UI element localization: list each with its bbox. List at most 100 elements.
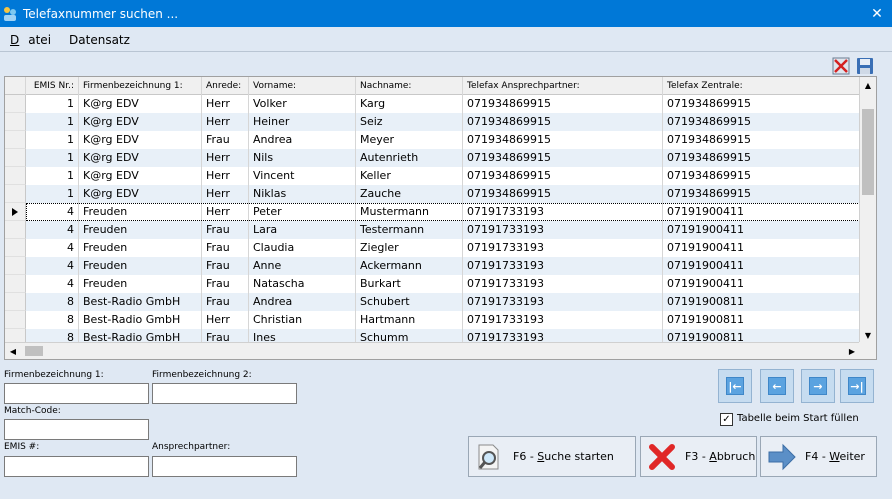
cell-firma[interactable]: K@rg EDV xyxy=(79,113,202,131)
vertical-scroll-thumb[interactable] xyxy=(862,109,874,195)
table-row[interactable]: 4 Freuden Frau Lara Testermann 07191733193 071… xyxy=(5,221,860,239)
cell-firma[interactable]: Freuden xyxy=(79,221,202,239)
cell-fax-ansprech[interactable]: 07191733193 xyxy=(463,239,663,257)
scroll-right-icon[interactable]: ▶ xyxy=(844,343,860,359)
cell-fax-ansprech[interactable]: 071934869915 xyxy=(463,113,663,131)
cell-anrede[interactable]: Herr xyxy=(202,185,249,203)
cell-nachname[interactable]: Schubert xyxy=(356,293,463,311)
cell-fax-zentrale[interactable]: 071934869915 xyxy=(663,113,860,131)
row-indicator[interactable] xyxy=(5,203,26,221)
cell-vorname[interactable]: Christian xyxy=(249,311,356,329)
row-indicator[interactable] xyxy=(5,131,26,149)
table-row[interactable]: 4 Freuden Herr Peter Mustermann 07191733193 07… xyxy=(5,203,860,221)
table-row[interactable]: 4 Freuden Frau Anne Ackermann 07191733193 0719… xyxy=(5,257,860,275)
row-indicator[interactable] xyxy=(5,311,26,329)
cell-emis[interactable]: 8 xyxy=(26,293,79,311)
fill-table-checkbox[interactable]: ✓ xyxy=(720,413,733,426)
cell-nachname[interactable]: Meyer xyxy=(356,131,463,149)
cell-emis[interactable]: 1 xyxy=(26,95,79,113)
cell-firma[interactable]: Freuden xyxy=(79,275,202,293)
cell-firma[interactable]: Best-Radio GmbH xyxy=(79,293,202,311)
cell-fax-zentrale[interactable]: 071934869915 xyxy=(663,131,860,149)
cell-fax-ansprech[interactable]: 071934869915 xyxy=(463,149,663,167)
row-indicator[interactable] xyxy=(5,239,26,257)
cell-fax-ansprech[interactable]: 07191733193 xyxy=(463,293,663,311)
table-row[interactable]: 8 Best-Radio GmbH Herr Christian Hartmann 071… xyxy=(5,311,860,329)
next-button[interactable]: F4 - Weiter xyxy=(760,436,877,477)
cell-fax-zentrale[interactable]: 07191900811 xyxy=(663,293,860,311)
table-row[interactable]: 1 K@rg EDV Herr Heiner Seiz 071934869915 07193… xyxy=(5,113,860,131)
row-indicator[interactable] xyxy=(5,221,26,239)
cell-fax-ansprech[interactable]: 071934869915 xyxy=(463,167,663,185)
cell-emis[interactable]: 8 xyxy=(26,311,79,329)
cell-anrede[interactable]: Herr xyxy=(202,95,249,113)
cell-nachname[interactable]: Seiz xyxy=(356,113,463,131)
cell-anrede[interactable]: Frau xyxy=(202,239,249,257)
firma2-input[interactable] xyxy=(152,383,297,404)
column-header[interactable]: Telefax Zentrale: xyxy=(663,77,860,95)
cell-anrede[interactable]: Herr xyxy=(202,113,249,131)
scroll-down-icon[interactable]: ▼ xyxy=(860,327,876,343)
prev-record-button[interactable]: ← xyxy=(760,369,794,403)
cell-nachname[interactable]: Testermann xyxy=(356,221,463,239)
row-indicator[interactable] xyxy=(5,113,26,131)
cell-anrede[interactable]: Frau xyxy=(202,275,249,293)
cell-fax-ansprech[interactable]: 07191733193 xyxy=(463,221,663,239)
scroll-up-icon[interactable]: ▲ xyxy=(860,77,876,93)
close-icon[interactable]: ✕ xyxy=(862,0,892,27)
cell-emis[interactable]: 1 xyxy=(26,113,79,131)
first-record-button[interactable]: |← xyxy=(718,369,752,403)
cell-nachname[interactable]: Ackermann xyxy=(356,257,463,275)
cell-fax-ansprech[interactable]: 071934869915 xyxy=(463,131,663,149)
cell-nachname[interactable]: Ziegler xyxy=(356,239,463,257)
cell-anrede[interactable]: Herr xyxy=(202,311,249,329)
row-indicator[interactable] xyxy=(5,257,26,275)
column-header[interactable]: EMIS Nr.: xyxy=(26,77,79,95)
save-icon[interactable] xyxy=(856,57,874,75)
cell-fax-ansprech[interactable]: 07191733193 xyxy=(463,275,663,293)
cell-emis[interactable]: 4 xyxy=(26,257,79,275)
cell-fax-zentrale[interactable]: 07191900411 xyxy=(663,257,860,275)
cell-firma[interactable]: K@rg EDV xyxy=(79,185,202,203)
cell-vorname[interactable]: Lara xyxy=(249,221,356,239)
cell-emis[interactable]: 1 xyxy=(26,131,79,149)
cell-vorname[interactable]: Andrea xyxy=(249,131,356,149)
delete-icon[interactable] xyxy=(832,57,850,75)
search-button[interactable]: F6 - Suche starten xyxy=(468,436,636,477)
next-record-button[interactable]: → xyxy=(801,369,835,403)
row-indicator[interactable] xyxy=(5,95,26,113)
cell-fax-ansprech[interactable]: 07191733193 xyxy=(463,257,663,275)
cell-vorname[interactable]: Heiner xyxy=(249,113,356,131)
table-row[interactable]: 4 Freuden Frau Claudia Ziegler 07191733193 071… xyxy=(5,239,860,257)
cell-emis[interactable]: 1 xyxy=(26,185,79,203)
cancel-button[interactable]: F3 - Abbruch xyxy=(640,436,757,477)
table-row[interactable]: 1 K@rg EDV Herr Vincent Keller 071934869915 07… xyxy=(5,167,860,185)
cell-emis[interactable]: 4 xyxy=(26,239,79,257)
cell-anrede[interactable]: Frau xyxy=(202,257,249,275)
cell-nachname[interactable]: Autenrieth xyxy=(356,149,463,167)
cell-fax-zentrale[interactable]: 071934869915 xyxy=(663,185,860,203)
cell-fax-zentrale[interactable]: 071934869915 xyxy=(663,167,860,185)
cell-nachname[interactable]: Karg xyxy=(356,95,463,113)
menu-datei[interactable]: Datei xyxy=(5,33,55,47)
cell-anrede[interactable]: Frau xyxy=(202,221,249,239)
cell-fax-ansprech[interactable]: 071934869915 xyxy=(463,95,663,113)
cell-anrede[interactable]: Herr xyxy=(202,167,249,185)
table-row[interactable]: 1 K@rg EDV Herr Volker Karg 071934869915 07193… xyxy=(5,95,860,113)
row-indicator[interactable] xyxy=(5,149,26,167)
table-row[interactable]: 1 K@rg EDV Frau Andrea Meyer 071934869915 0719… xyxy=(5,131,860,149)
cell-vorname[interactable]: Natascha xyxy=(249,275,356,293)
cell-fax-zentrale[interactable]: 07191900411 xyxy=(663,221,860,239)
cell-fax-zentrale[interactable]: 07191900411 xyxy=(663,239,860,257)
table-row[interactable]: 8 Best-Radio GmbH Frau Andrea Schubert 071917… xyxy=(5,293,860,311)
emis-input[interactable] xyxy=(4,456,149,477)
table-row[interactable]: 1 K@rg EDV Herr Nils Autenrieth 071934869915 0… xyxy=(5,149,860,167)
cell-emis[interactable]: 1 xyxy=(26,167,79,185)
cell-vorname[interactable]: Nils xyxy=(249,149,356,167)
column-header[interactable]: Telefax Ansprechpartner: xyxy=(463,77,663,95)
cell-vorname[interactable]: Vincent xyxy=(249,167,356,185)
column-header[interactable]: Vorname: xyxy=(249,77,356,95)
cell-firma[interactable]: K@rg EDV xyxy=(79,149,202,167)
row-indicator[interactable] xyxy=(5,167,26,185)
cell-nachname[interactable]: Keller xyxy=(356,167,463,185)
